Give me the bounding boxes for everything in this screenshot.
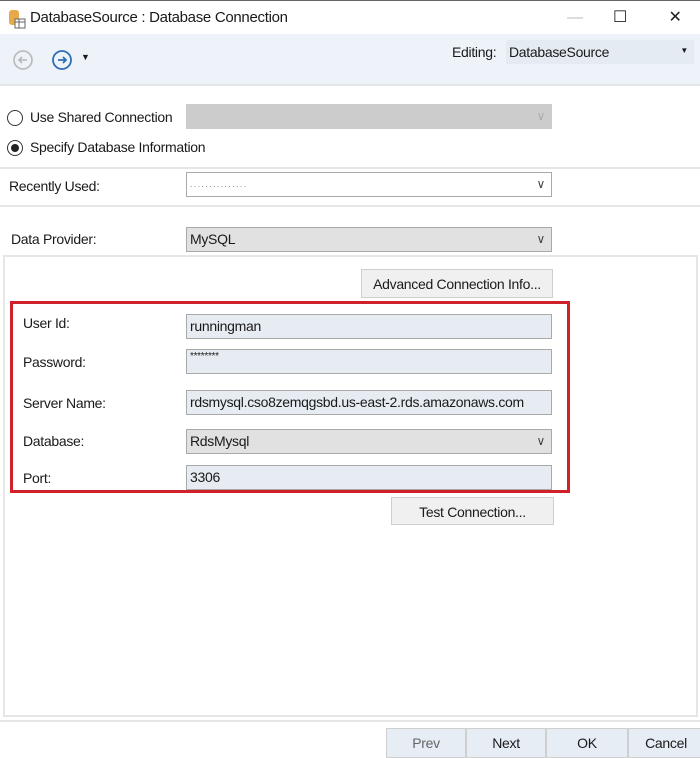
editing-label: Editing: <box>452 44 497 60</box>
data-provider-select[interactable]: MySQL ∨ <box>186 227 552 252</box>
divider <box>0 205 700 207</box>
close-button[interactable]: ✕ <box>655 5 695 31</box>
title-bar: DatabaseSource : Database Connection — ☐… <box>0 0 700 34</box>
next-button[interactable]: Next <box>466 728 546 758</box>
history-dropdown-icon[interactable]: ▼ <box>81 52 90 62</box>
user-id-input[interactable]: runningman <box>186 314 552 339</box>
database-select[interactable]: RdsMysql ∨ <box>186 429 552 454</box>
password-input[interactable]: ******** <box>186 349 552 374</box>
database-app-icon <box>9 10 26 29</box>
specify-database-radio[interactable] <box>7 140 23 156</box>
password-label: Password: <box>23 354 86 370</box>
divider <box>0 167 700 169</box>
user-id-label: User Id: <box>23 315 70 331</box>
use-shared-connection-label[interactable]: Use Shared Connection <box>30 109 173 125</box>
chevron-down-icon: ∨ <box>536 177 546 191</box>
server-name-label: Server Name: <box>23 395 106 411</box>
database-label: Database: <box>23 433 85 449</box>
editing-value: DatabaseSource <box>509 44 610 60</box>
chevron-down-icon: ∨ <box>536 232 546 246</box>
chevron-down-icon: ▼ <box>680 46 688 55</box>
advanced-connection-info-button[interactable]: Advanced Connection Info... <box>361 269 553 298</box>
data-provider-label: Data Provider: <box>11 231 97 247</box>
minimize-button[interactable]: — <box>555 5 595 31</box>
shared-connection-select: ∨ <box>186 104 552 129</box>
divider <box>0 720 700 722</box>
maximize-button[interactable]: ☐ <box>600 5 640 31</box>
toolbar: ▼ Editing: DatabaseSource ▼ <box>0 34 700 86</box>
test-connection-button[interactable]: Test Connection... <box>391 497 554 525</box>
use-shared-connection-radio[interactable] <box>7 110 23 126</box>
forward-arrow-icon[interactable] <box>51 49 73 71</box>
specify-database-label[interactable]: Specify Database Information <box>30 139 206 155</box>
recently-used-select[interactable]: . . . . . . . . . . . . . . . ∨ <box>186 172 552 197</box>
recently-used-value: . . . . . . . . . . . . . . . <box>190 180 246 189</box>
cancel-button[interactable]: Cancel <box>628 728 700 758</box>
editing-select[interactable]: DatabaseSource ▼ <box>506 40 694 64</box>
server-name-input[interactable]: rdsmysql.cso8zemqgsbd.us-east-2.rds.amaz… <box>186 390 552 415</box>
ok-button[interactable]: OK <box>546 728 628 758</box>
port-input[interactable]: 3306 <box>186 465 552 490</box>
chevron-down-icon: ∨ <box>536 109 546 123</box>
data-provider-value: MySQL <box>190 231 236 247</box>
prev-button[interactable]: Prev <box>386 728 466 758</box>
chevron-down-icon: ∨ <box>536 434 546 448</box>
recently-used-label: Recently Used: <box>9 178 100 194</box>
back-arrow-icon[interactable] <box>12 49 34 71</box>
port-label: Port: <box>23 470 52 486</box>
database-value: RdsMysql <box>190 433 250 449</box>
window-title: DatabaseSource : Database Connection <box>30 9 288 26</box>
